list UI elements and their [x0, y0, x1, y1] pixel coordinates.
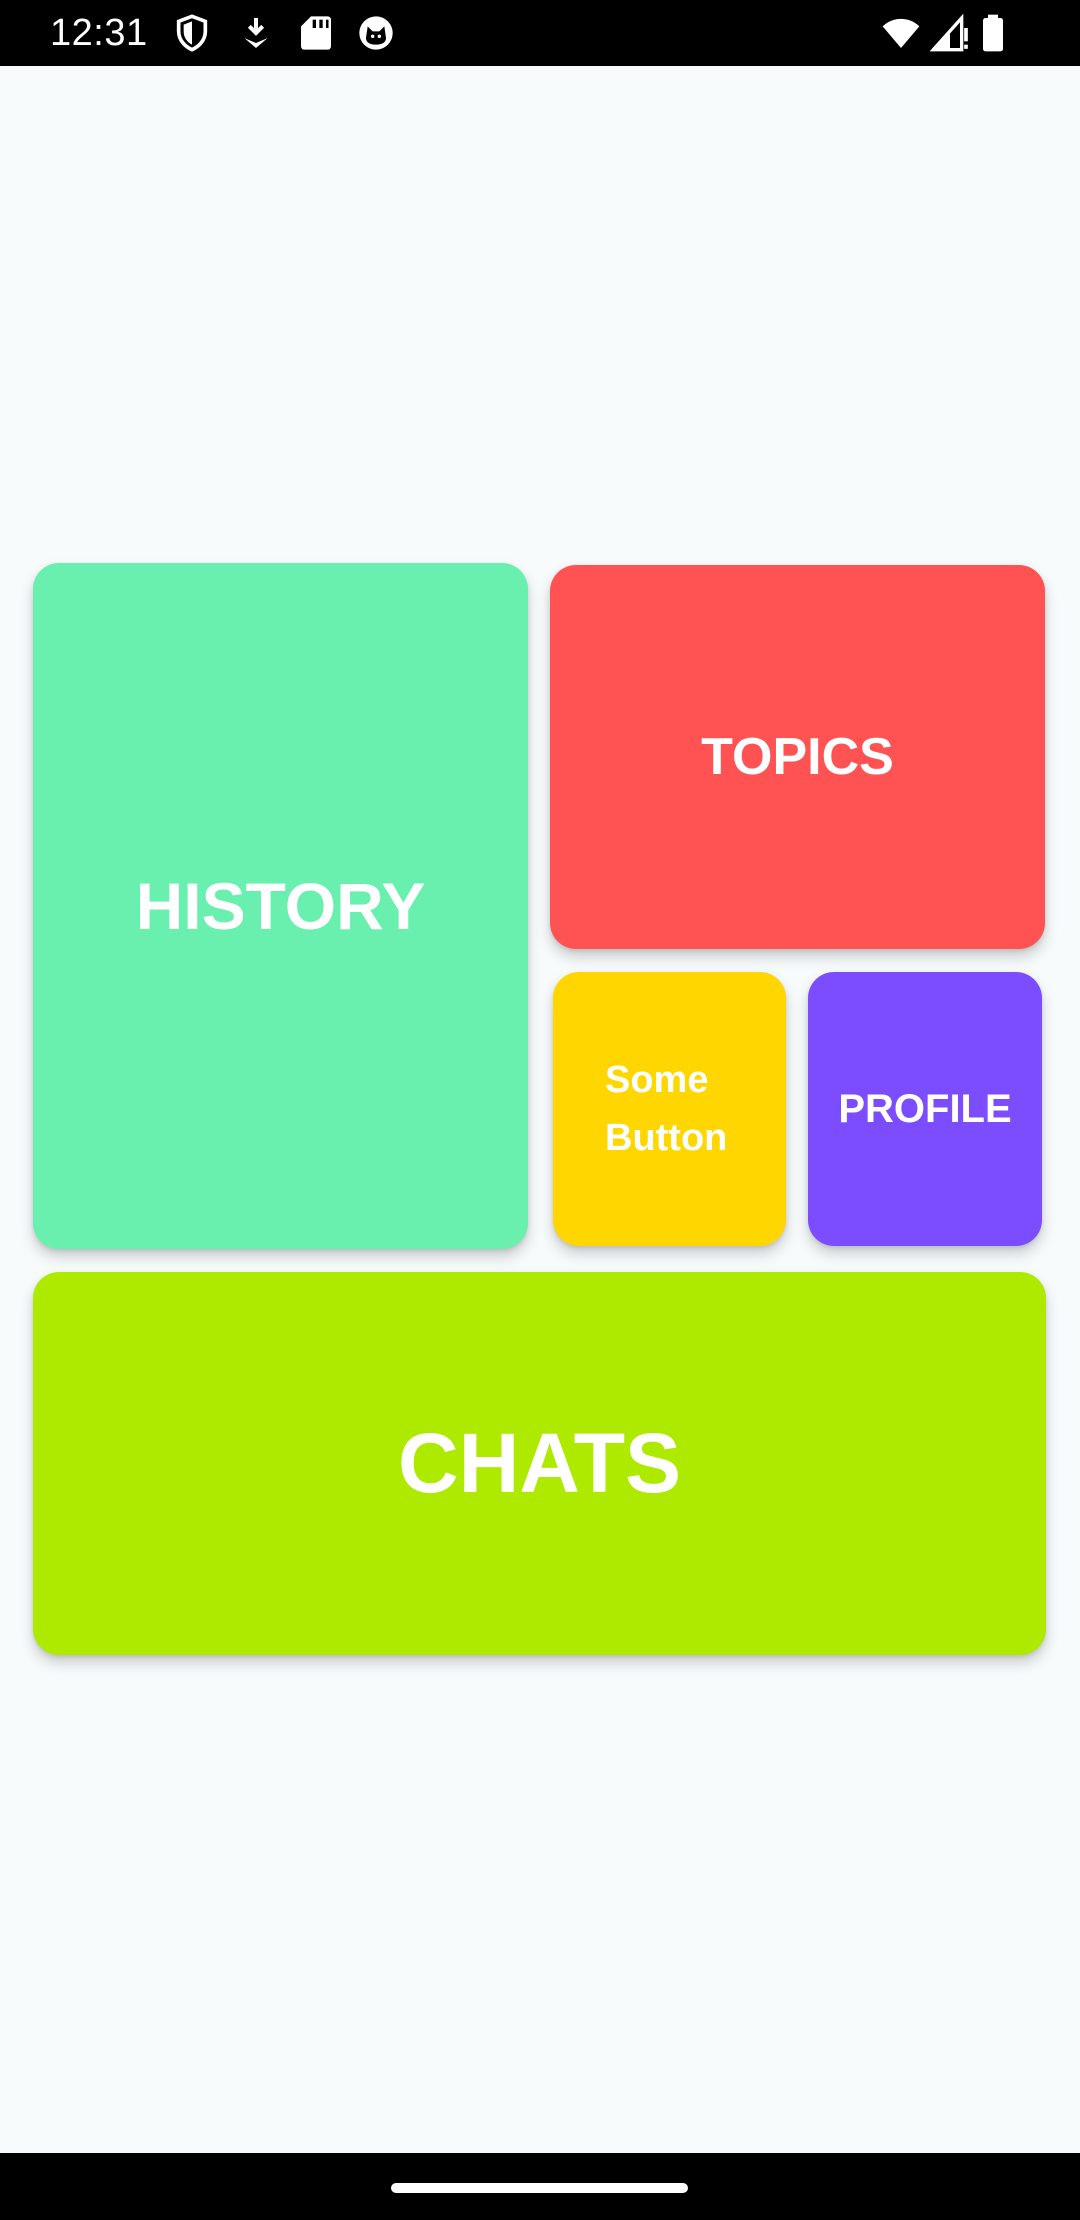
- navigation-bar: [0, 2153, 1080, 2220]
- chats-button[interactable]: CHATS: [33, 1272, 1046, 1655]
- status-time: 12:31: [50, 12, 148, 54]
- history-button[interactable]: HISTORY: [33, 563, 528, 1249]
- some-button[interactable]: Some Button: [553, 972, 786, 1246]
- chats-label: CHATS: [397, 1416, 682, 1510]
- status-bar: 12:31: [0, 0, 1080, 66]
- wifi-icon: [878, 13, 924, 53]
- shield-icon: [172, 13, 212, 53]
- signal-icon: [928, 13, 972, 53]
- battery-icon: [978, 13, 1008, 53]
- some-button-label-line2: Button: [605, 1117, 728, 1159]
- profile-button[interactable]: PROFILE: [808, 972, 1042, 1246]
- some-button-label-line1: Some: [605, 1059, 709, 1101]
- home-gesture-handle[interactable]: [391, 2183, 688, 2193]
- download-icon: [236, 13, 276, 53]
- topics-label: TOPICS: [701, 728, 894, 786]
- topics-button[interactable]: TOPICS: [550, 565, 1045, 949]
- history-label: HISTORY: [135, 869, 426, 943]
- cat-icon: [356, 13, 396, 53]
- sd-card-icon: [296, 13, 336, 53]
- profile-label: PROFILE: [838, 1086, 1012, 1131]
